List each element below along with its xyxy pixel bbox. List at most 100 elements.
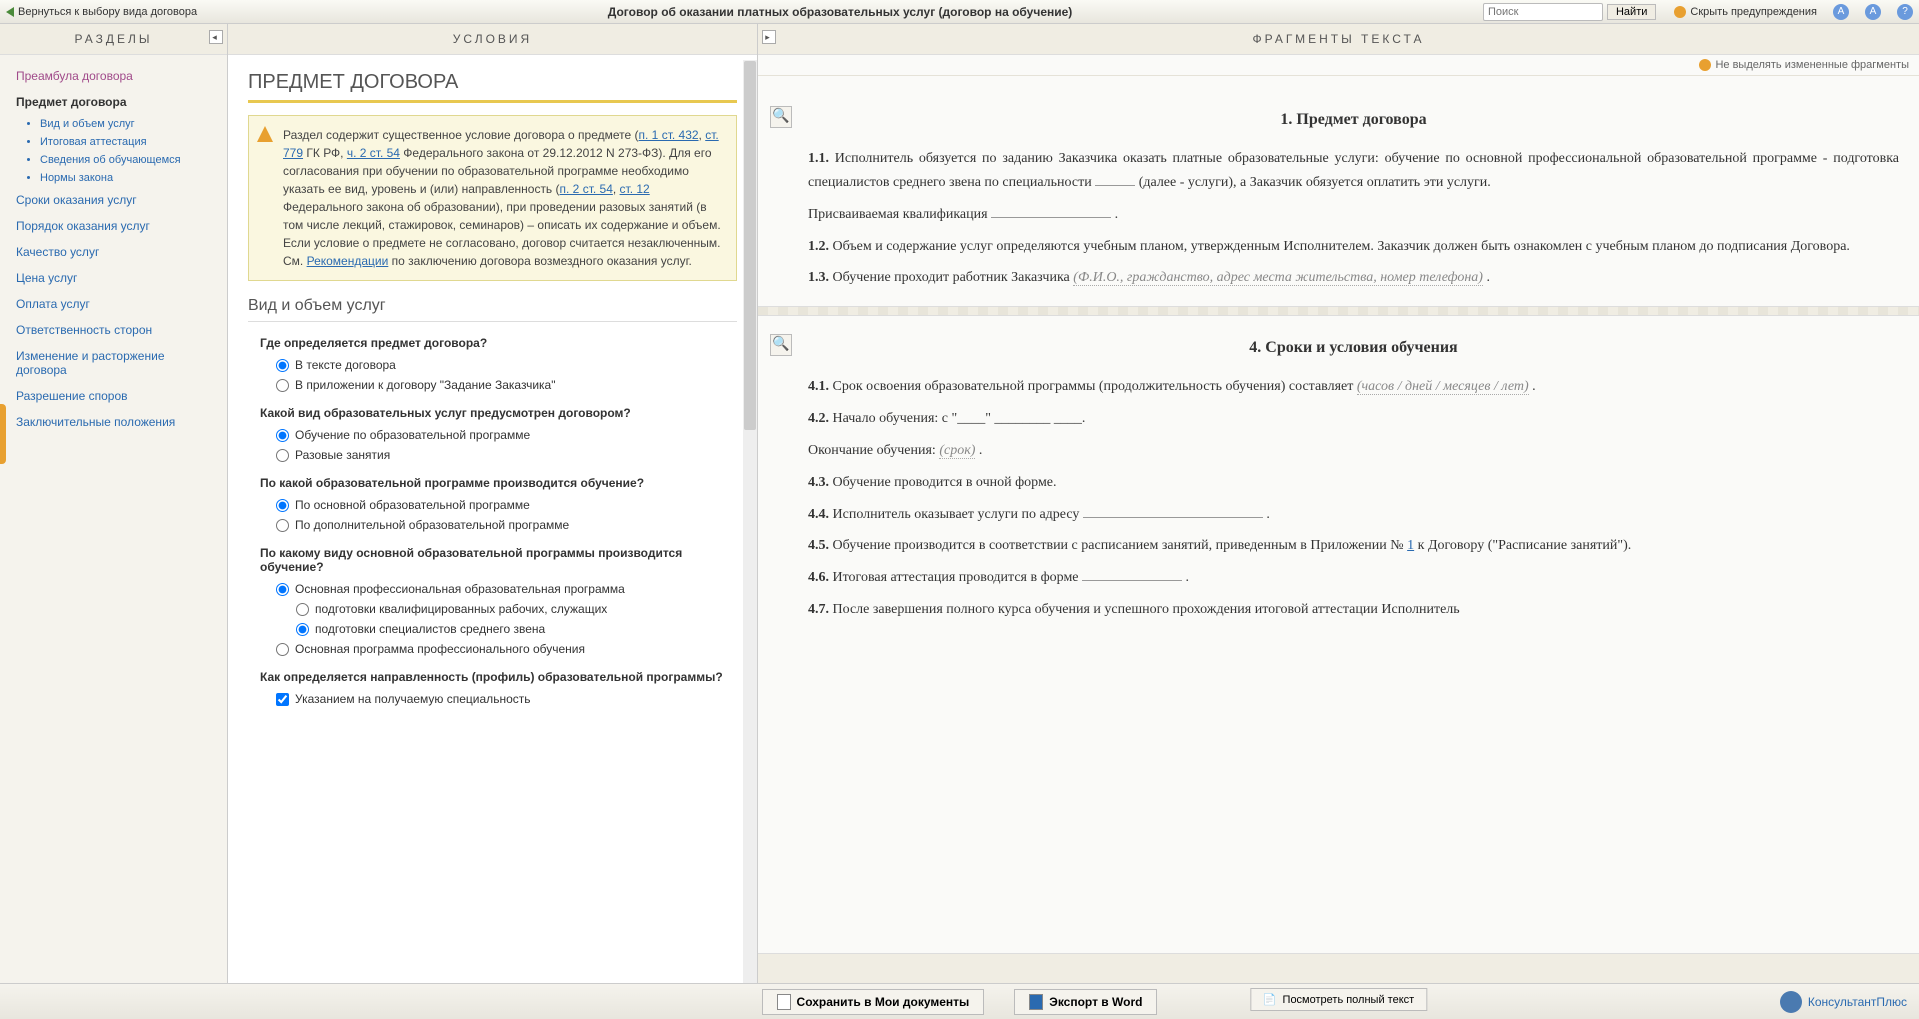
- nav-sub-student[interactable]: Сведения об обучающемся: [40, 151, 227, 169]
- warning-triangle-icon: [257, 126, 273, 142]
- nav-sub-scope[interactable]: Вид и объем услуг: [40, 115, 227, 133]
- q1-opt1[interactable]: В тексте договора: [276, 358, 737, 372]
- fragments-panel: ▸ ФРАГМЕНТЫ ТЕКСТА Не выделять измененны…: [758, 24, 1919, 983]
- brand[interactable]: КонсультантПлюс: [1780, 991, 1907, 1013]
- q2-opt2[interactable]: Разовые занятия: [276, 448, 737, 462]
- nav-preamble[interactable]: Преамбула договора: [0, 63, 227, 89]
- nav-subject[interactable]: Предмет договора: [0, 89, 227, 115]
- q2: Какой вид образовательных услуг предусмо…: [260, 406, 737, 420]
- back-label: Вернуться к выбору вида договора: [18, 6, 197, 18]
- q2-radio2[interactable]: [276, 449, 289, 462]
- save-button[interactable]: Сохранить в Мои документы: [762, 989, 985, 1015]
- fragments-footer: 📄 Посмотреть полный текст: [758, 953, 1919, 983]
- doc-sec4-title: 4. Сроки и условия обучения: [808, 334, 1899, 361]
- fragments-header: ▸ ФРАГМЕНТЫ ТЕКСТА: [758, 24, 1919, 55]
- q5-opt1[interactable]: Указанием на получаемую специальность: [276, 692, 737, 706]
- nav-terms[interactable]: Сроки оказания услуг: [0, 187, 227, 213]
- q1-radio2[interactable]: [276, 379, 289, 392]
- magnifier-icon[interactable]: 🔍: [770, 106, 792, 128]
- link-st54-p2[interactable]: п. 2 ст. 54: [560, 182, 613, 196]
- hide-warnings-button[interactable]: Скрыть предупреждения: [1674, 6, 1817, 18]
- main: РАЗДЕЛЫ ◂ Преамбула договора Предмет дог…: [0, 24, 1919, 983]
- sidebar-header: РАЗДЕЛЫ ◂: [0, 24, 227, 55]
- q4: По какому виду основной образовательной …: [260, 546, 737, 574]
- info-box: Раздел содержит существенное условие дог…: [248, 115, 737, 281]
- nav-quality[interactable]: Качество услуг: [0, 239, 227, 265]
- conditions-header: УСЛОВИЯ: [228, 24, 757, 55]
- topbar: Вернуться к выбору вида договора Договор…: [0, 0, 1919, 24]
- q4-radio1[interactable]: [276, 583, 289, 596]
- nav-change[interactable]: Изменение и расторжение договора: [0, 343, 227, 383]
- nav-price[interactable]: Цена услуг: [0, 265, 227, 291]
- q4-opt2[interactable]: Основная программа профессионального обу…: [276, 642, 737, 656]
- search-input[interactable]: [1483, 3, 1603, 21]
- q3-opt1[interactable]: По основной образовательной программе: [276, 498, 737, 512]
- scrollbar-thumb[interactable]: [744, 61, 756, 430]
- nav-disputes[interactable]: Разрешение споров: [0, 383, 227, 409]
- export-word-button[interactable]: Экспорт в Word: [1014, 989, 1157, 1015]
- doc-p41: 4.1. Срок освоения образовательной прогр…: [808, 375, 1899, 399]
- conditions-panel: УСЛОВИЯ ПРЕДМЕТ ДОГОВОРА Раздел содержит…: [228, 24, 758, 983]
- back-button[interactable]: Вернуться к выбору вида договора: [6, 6, 197, 18]
- doc-p42b: Окончание обучения: (срок) .: [808, 439, 1899, 463]
- sidebar-collapse-icon[interactable]: ◂: [209, 30, 223, 44]
- bottombar: Сохранить в Мои документы Экспорт в Word…: [0, 983, 1919, 1019]
- arrow-left-icon: [6, 7, 14, 17]
- nav-sub-attestation[interactable]: Итоговая аттестация: [40, 133, 227, 151]
- nav-order[interactable]: Порядок оказания услуг: [0, 213, 227, 239]
- q5-check1[interactable]: [276, 693, 289, 706]
- link-st432[interactable]: п. 1 ст. 432: [639, 128, 699, 142]
- doc-p44: 4.4. Исполнитель оказывает услуги по адр…: [808, 503, 1899, 527]
- q1: Где определяется предмет договора?: [260, 336, 737, 350]
- scrollbar[interactable]: [743, 60, 757, 983]
- search-box: Найти: [1483, 3, 1656, 21]
- doc-p42: 4.2. Начало обучения: с "____" ________ …: [808, 407, 1899, 431]
- subsection-title: Вид и объем услуг: [248, 297, 737, 322]
- q4s-radio2[interactable]: [296, 623, 309, 636]
- nav-liability[interactable]: Ответственность сторон: [0, 317, 227, 343]
- nav-sub: Вид и объем услуг Итоговая аттестация Св…: [0, 115, 227, 187]
- font-decrease-icon[interactable]: A: [1833, 4, 1849, 20]
- q1-opt2[interactable]: В приложении к договору "Задание Заказчи…: [276, 378, 737, 392]
- nav: Преамбула договора Предмет договора Вид …: [0, 55, 227, 443]
- q1-radio1[interactable]: [276, 359, 289, 372]
- q4s-radio1[interactable]: [296, 603, 309, 616]
- link-recommendations[interactable]: Рекомендации: [307, 254, 389, 268]
- warning-icon: [1674, 6, 1686, 18]
- q4-opt1b[interactable]: подготовки специалистов среднего звена: [296, 622, 737, 636]
- q2-opt1[interactable]: Обучение по образовательной программе: [276, 428, 737, 442]
- save-icon: [777, 994, 791, 1010]
- link-st54-2[interactable]: ч. 2 ст. 54: [347, 146, 400, 160]
- find-button[interactable]: Найти: [1607, 4, 1656, 20]
- hide-warnings-label: Скрыть предупреждения: [1690, 6, 1817, 18]
- side-tab[interactable]: [0, 404, 6, 464]
- sidebar: РАЗДЕЛЫ ◂ Преамбула договора Предмет дог…: [0, 24, 228, 983]
- nav-sub-norms[interactable]: Нормы закона: [40, 169, 227, 187]
- full-text-button[interactable]: 📄 Посмотреть полный текст: [1250, 988, 1427, 1011]
- magnifier-icon-2[interactable]: 🔍: [770, 334, 792, 356]
- q5: Как определяется направленность (профиль…: [260, 670, 737, 684]
- fragments-collapse-icon[interactable]: ▸: [762, 30, 776, 44]
- q4-radio2[interactable]: [276, 643, 289, 656]
- highlight-bar[interactable]: Не выделять измененные фрагменты: [758, 55, 1919, 76]
- help-icon[interactable]: ?: [1897, 4, 1913, 20]
- q3-opt2[interactable]: По дополнительной образовательной програ…: [276, 518, 737, 532]
- doc-p43: 4.3. Обучение проводится в очной форме.: [808, 471, 1899, 495]
- link-st12[interactable]: ст. 12: [620, 182, 650, 196]
- q2-radio1[interactable]: [276, 429, 289, 442]
- q3-radio2[interactable]: [276, 519, 289, 532]
- q4-opt1a[interactable]: подготовки квалифицированных рабочих, сл…: [296, 602, 737, 616]
- page-title: Договор об оказании платных образователь…: [207, 5, 1473, 19]
- doc-p46: 4.6. Итоговая аттестация проводится в фо…: [808, 566, 1899, 590]
- document-area: 🔍 1. Предмет договора 1.1. Исполнитель о…: [758, 76, 1919, 953]
- word-icon: [1029, 994, 1043, 1010]
- nav-payment[interactable]: Оплата услуг: [0, 291, 227, 317]
- doc-sec1-title: 1. Предмет договора: [808, 106, 1899, 133]
- font-increase-icon[interactable]: A: [1865, 4, 1881, 20]
- q3-radio1[interactable]: [276, 499, 289, 512]
- nav-final[interactable]: Заключительные положения: [0, 409, 227, 435]
- section-divider: [758, 306, 1919, 316]
- doc-p11b: Присваиваемая квалификация .: [808, 203, 1899, 227]
- conditions-body: ПРЕДМЕТ ДОГОВОРА Раздел содержит существ…: [228, 55, 757, 983]
- q4-opt1[interactable]: Основная профессиональная образовательна…: [276, 582, 737, 596]
